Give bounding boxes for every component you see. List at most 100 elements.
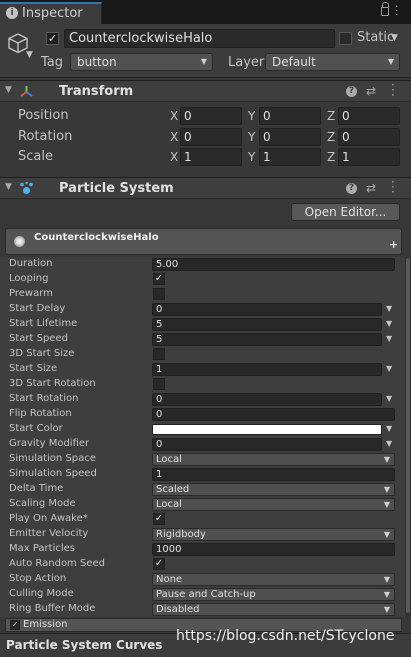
position-label: Position: [18, 108, 69, 123]
lock-icon[interactable]: [381, 2, 389, 16]
scale-y-field[interactable]: 1: [259, 148, 321, 166]
particle-preview-icon: [14, 236, 25, 247]
duration-field[interactable]: 5.00: [152, 258, 395, 271]
property-start-size: Start Size 1 ▼: [0, 362, 405, 377]
foldout-arrow-icon[interactable]: ▼: [5, 182, 12, 192]
auto-random-seed-checkbox[interactable]: ✓: [153, 558, 165, 570]
position-x-field[interactable]: 0: [180, 107, 242, 125]
particle-system-header[interactable]: ▼ Particle System ? ⇄ · · ·: [0, 176, 411, 199]
delta-time-dropdown[interactable]: Scaled ▼: [152, 483, 395, 496]
emission-label: Emission: [23, 619, 68, 630]
simulation-space-dropdown[interactable]: Local ▼: [152, 453, 395, 466]
tab-inspector[interactable]: i Inspector: [0, 2, 102, 24]
emission-checkbox[interactable]: ✓: [10, 620, 20, 630]
static-dropdown-arrow-icon[interactable]: ▼: [391, 33, 398, 43]
start-speed-field[interactable]: 5: [152, 333, 382, 346]
more-options-icon[interactable]: · · ·: [391, 79, 395, 101]
looping-label: Looping: [9, 273, 49, 284]
tab-bar: i Inspector · · ·: [0, 0, 411, 24]
start-delay-field[interactable]: 0: [152, 303, 382, 316]
start-lifetime-label: Start Lifetime: [9, 318, 78, 329]
property-start-lifetime: Start Lifetime 5 ▼: [0, 317, 405, 332]
watermark-text: https://blog.csdn.net/STcyclone: [176, 628, 395, 644]
help-icon[interactable]: ?: [346, 183, 357, 194]
curve-mode-arrow-icon[interactable]: ▼: [386, 394, 392, 403]
start-color-swatch[interactable]: [152, 424, 382, 435]
help-icon[interactable]: ?: [346, 86, 357, 97]
start-size-field[interactable]: 1: [152, 363, 382, 376]
looping-checkbox[interactable]: ✓: [153, 273, 165, 285]
rotation-x-field[interactable]: 0: [180, 128, 242, 146]
open-editor-button[interactable]: Open Editor...: [291, 203, 400, 221]
play-on-awake-checkbox[interactable]: ✓: [153, 513, 165, 525]
scaling-mode-label: Scaling Mode: [9, 498, 76, 509]
rotation-y-field[interactable]: 0: [259, 128, 321, 146]
layer-dropdown[interactable]: Default ▼: [265, 53, 400, 71]
play-on-awake-label: Play On Awake*: [9, 513, 88, 524]
chevron-down-icon: ▼: [383, 455, 390, 464]
chevron-down-icon: ▼: [383, 590, 390, 599]
property-auto-random-seed: Auto Random Seed ✓: [0, 557, 405, 572]
flip-rotation-field[interactable]: 0: [152, 408, 395, 421]
transform-header[interactable]: ▼ Transform ? ⇄ · · ·: [0, 79, 411, 102]
emitter-velocity-label: Emitter Velocity: [9, 528, 89, 539]
foldout-arrow-icon[interactable]: ▼: [5, 85, 12, 95]
culling-mode-dropdown[interactable]: Pause and Catch-up ▼: [152, 588, 395, 601]
add-module-plus-icon[interactable]: +: [389, 238, 398, 251]
property-gravity-modifier: Gravity Modifier 0 ▼: [0, 437, 405, 452]
curve-mode-arrow-icon[interactable]: ▼: [386, 334, 392, 343]
3d-start-rotation-label: 3D Start Rotation: [9, 378, 96, 389]
max-particles-field[interactable]: 1000: [152, 543, 395, 556]
start-rotation-field[interactable]: 0: [152, 393, 382, 406]
object-name-field[interactable]: CounterclockwiseHalo: [64, 29, 335, 48]
stop-action-value: None: [156, 574, 183, 585]
chevron-down-icon: ▼: [387, 57, 394, 66]
curve-mode-arrow-icon[interactable]: ▼: [386, 364, 392, 373]
curve-mode-arrow-icon[interactable]: ▼: [386, 304, 392, 313]
emitter-velocity-dropdown[interactable]: Rigidbody ▼: [152, 528, 395, 541]
static-label: Static: [357, 30, 395, 45]
max-particles-label: Max Particles: [9, 543, 76, 554]
3d-start-size-label: 3D Start Size: [9, 348, 75, 359]
stop-action-dropdown[interactable]: None ▼: [152, 573, 395, 586]
chevron-down-icon: ▼: [383, 575, 390, 584]
curve-mode-arrow-icon[interactable]: ▼: [386, 319, 392, 328]
presets-icon[interactable]: ⇄: [366, 181, 376, 195]
position-y-field[interactable]: 0: [259, 107, 321, 125]
tag-dropdown[interactable]: button ▼: [70, 53, 213, 71]
simulation-speed-label: Simulation Speed: [9, 468, 97, 479]
3d-start-rotation-checkbox[interactable]: [153, 378, 165, 390]
axis-y-label: Y: [248, 109, 256, 123]
property-3d-start-rotation: 3D Start Rotation: [0, 377, 405, 392]
scale-z-field[interactable]: 1: [338, 148, 400, 166]
simulation-speed-field[interactable]: 1: [152, 468, 395, 481]
main-module-header[interactable]: CounterclockwiseHalo +: [5, 228, 402, 255]
kebab-menu-icon[interactable]: · · ·: [395, 1, 399, 20]
color-mode-arrow-icon[interactable]: ▼: [386, 424, 392, 433]
curve-mode-arrow-icon[interactable]: ▼: [386, 439, 392, 448]
axis-z-label: Z: [327, 150, 336, 164]
presets-icon[interactable]: ⇄: [366, 84, 376, 98]
start-lifetime-field[interactable]: 5: [152, 318, 382, 331]
scaling-mode-dropdown[interactable]: Local ▼: [152, 498, 395, 511]
position-z-field[interactable]: 0: [338, 107, 400, 125]
start-size-label: Start Size: [9, 363, 58, 374]
chevron-down-icon: ▼: [383, 530, 390, 539]
property-3d-start-size: 3D Start Size: [0, 347, 405, 362]
more-options-icon[interactable]: · · ·: [391, 176, 395, 198]
prewarm-checkbox[interactable]: [153, 288, 165, 300]
active-checkbox[interactable]: ✓: [46, 32, 59, 45]
3d-start-size-checkbox[interactable]: [153, 348, 165, 360]
static-checkbox[interactable]: [339, 32, 352, 45]
curves-title: Particle System Curves: [6, 638, 163, 652]
property-stop-action: Stop Action None ▼: [0, 572, 405, 587]
icon-dropdown-arrow-icon[interactable]: ▼: [26, 50, 33, 60]
ring-buffer-mode-dropdown[interactable]: Disabled ▼: [152, 603, 395, 616]
property-max-particles: Max Particles 1000: [0, 542, 405, 557]
scale-x-field[interactable]: 1: [180, 148, 242, 166]
scrollbar-thumb[interactable]: [406, 258, 410, 613]
rotation-label: Rotation: [18, 129, 73, 144]
property-flip-rotation: Flip Rotation 0: [0, 407, 405, 422]
rotation-z-field[interactable]: 0: [338, 128, 400, 146]
gravity-modifier-field[interactable]: 0: [152, 438, 382, 451]
